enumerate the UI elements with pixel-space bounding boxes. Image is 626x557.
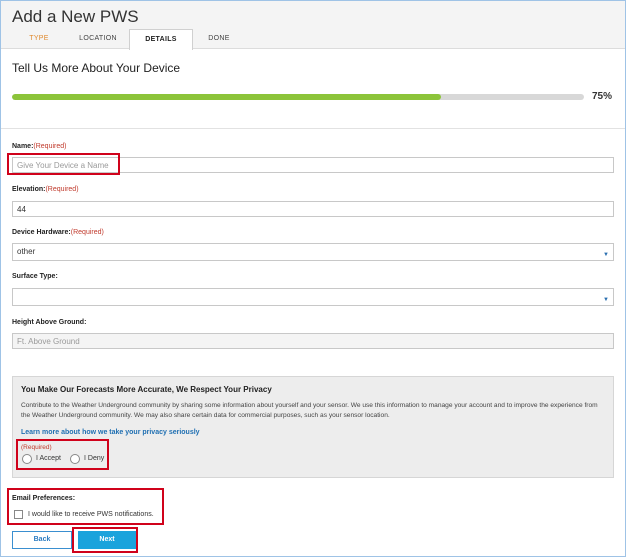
elevation-required: (Required) bbox=[45, 186, 79, 193]
next-button[interactable]: Next bbox=[78, 531, 136, 549]
hardware-required: (Required) bbox=[70, 229, 104, 236]
elevation-label: Elevation:(Required) bbox=[12, 186, 79, 193]
privacy-required: (Required) bbox=[21, 444, 52, 451]
back-button[interactable]: Back bbox=[12, 531, 72, 549]
progress-bar bbox=[12, 94, 584, 100]
hardware-label: Device Hardware:(Required) bbox=[12, 229, 104, 236]
privacy-learn-more-link[interactable]: Learn more about how we take your privac… bbox=[21, 429, 200, 436]
progress-percent: 75% bbox=[592, 91, 613, 102]
accept-label: I Accept bbox=[36, 455, 61, 462]
accept-radio[interactable] bbox=[22, 454, 32, 464]
name-label-text: Name: bbox=[12, 143, 34, 150]
name-label: Name:(Required) bbox=[12, 143, 66, 150]
hardware-label-text: Device Hardware: bbox=[12, 229, 71, 236]
pws-notifications-label: I would like to receive PWS notification… bbox=[28, 511, 154, 518]
page-header: Add a New PWS TYPE LOCATION DETAILS DONE bbox=[1, 1, 625, 50]
chevron-down-icon: ▼ bbox=[603, 252, 609, 258]
tab-details[interactable]: DETAILS bbox=[129, 29, 193, 50]
page-title: Add a New PWS bbox=[12, 7, 139, 26]
chevron-down-icon: ▼ bbox=[603, 297, 609, 303]
elevation-label-text: Elevation: bbox=[12, 186, 46, 193]
section-title: Tell Us More About Your Device bbox=[12, 61, 181, 75]
deny-radio[interactable] bbox=[70, 454, 80, 464]
device-hardware-select[interactable]: other ▼ bbox=[12, 243, 614, 261]
elevation-input[interactable] bbox=[12, 201, 614, 217]
name-required: (Required) bbox=[33, 143, 67, 150]
tab-type[interactable]: TYPE bbox=[15, 29, 63, 49]
divider bbox=[1, 128, 625, 129]
privacy-title: You Make Our Forecasts More Accurate, We… bbox=[21, 385, 272, 394]
height-above-ground-input[interactable] bbox=[12, 333, 614, 349]
surface-label: Surface Type: bbox=[12, 273, 58, 280]
privacy-panel: You Make Our Forecasts More Accurate, We… bbox=[12, 376, 614, 478]
height-label: Height Above Ground: bbox=[12, 319, 87, 326]
tab-done[interactable]: DONE bbox=[195, 29, 243, 49]
deny-label: I Deny bbox=[84, 455, 105, 462]
privacy-text: Contribute to the Weather Underground co… bbox=[21, 402, 598, 419]
pws-notifications-checkbox[interactable] bbox=[14, 510, 23, 519]
step-tabs: TYPE LOCATION DETAILS DONE bbox=[1, 29, 625, 50]
device-name-input[interactable] bbox=[12, 157, 614, 173]
hardware-selected-value: other bbox=[17, 247, 36, 256]
tab-location[interactable]: LOCATION bbox=[67, 29, 129, 49]
email-preferences-label: Email Preferences: bbox=[12, 495, 76, 502]
surface-type-select[interactable]: ▼ bbox=[12, 288, 614, 306]
progress-fill bbox=[12, 94, 441, 100]
